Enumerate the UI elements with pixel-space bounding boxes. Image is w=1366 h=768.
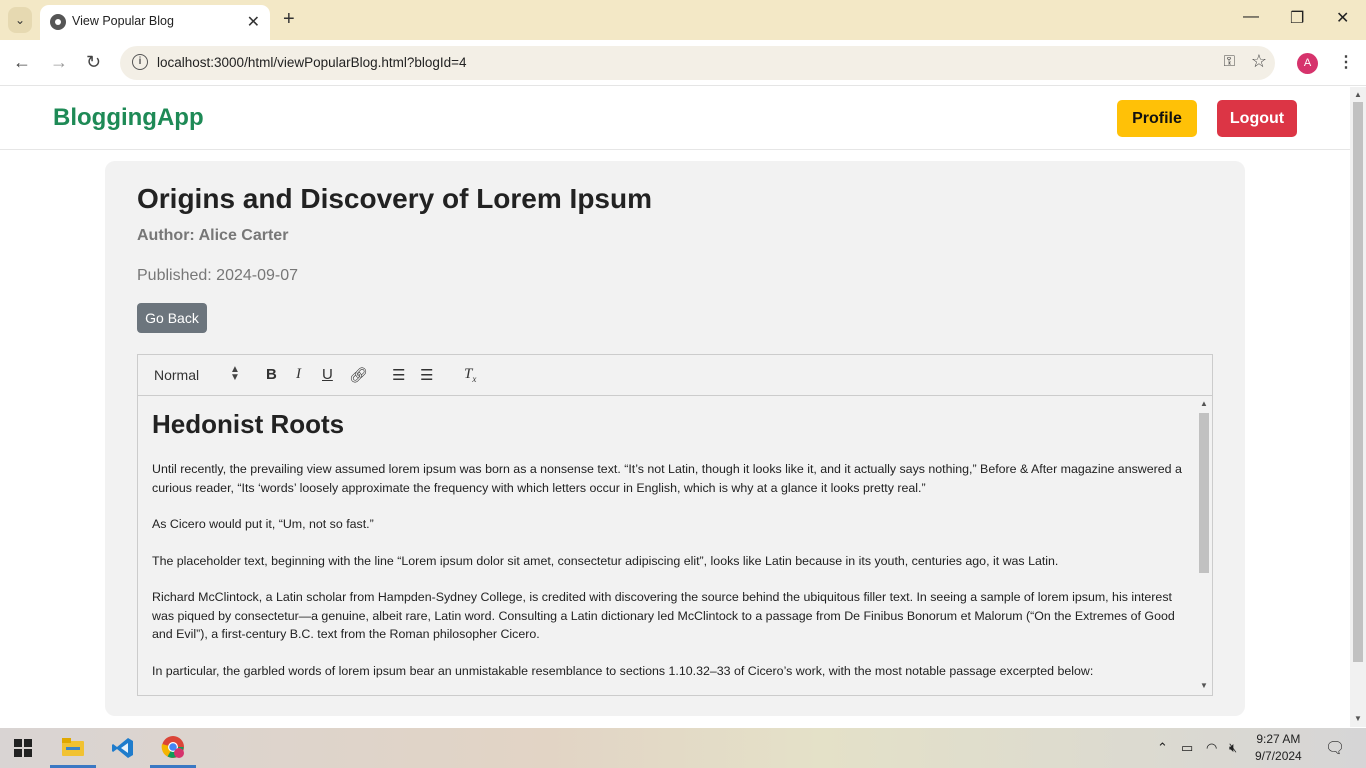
profile-avatar[interactable]: A	[1297, 53, 1318, 74]
logout-button[interactable]: Logout	[1217, 100, 1297, 137]
close-window-icon[interactable]: ✕	[1336, 8, 1349, 28]
forward-arrow-icon[interactable]: →	[50, 52, 68, 73]
new-tab-icon[interactable]: +	[283, 8, 295, 31]
app-navbar: BloggingApp Profile Logout	[0, 87, 1350, 150]
content-paragraph: In particular, the garbled words of lore…	[152, 663, 1094, 678]
browser-tab[interactable]: View Popular Blog ✕	[40, 5, 270, 40]
clock-time: 9:27 AM	[1256, 732, 1301, 746]
link-icon[interactable]: 🔗︎	[349, 366, 368, 384]
battery-icon[interactable]: ▭	[1181, 740, 1193, 756]
wifi-icon[interactable]: ◠	[1206, 740, 1217, 756]
tab-search-dropdown[interactable]: ⌄	[8, 7, 32, 33]
content-heading: Hedonist Roots	[152, 409, 345, 439]
volume-muted-icon[interactable]: 🔇︎	[1229, 740, 1237, 756]
format-select[interactable]: Normal	[154, 367, 199, 383]
italic-icon[interactable]: I	[296, 366, 301, 383]
url-text[interactable]: localhost:3000/html/viewPopularBlog.html…	[157, 55, 467, 70]
password-key-icon[interactable]: ⚿	[1224, 53, 1235, 70]
page-scroll-up-icon[interactable]: ▲	[1354, 90, 1362, 99]
blog-card: Origins and Discovery of Lorem Ipsum Aut…	[105, 161, 1245, 716]
underline-icon[interactable]: U	[322, 366, 333, 383]
reload-icon[interactable]: ↻	[86, 52, 101, 73]
browser-toolbar: ← → ↻ i localhost:3000/html/viewPopularB…	[0, 40, 1366, 86]
globe-icon	[50, 14, 66, 30]
close-tab-icon[interactable]: ✕	[247, 12, 260, 32]
select-arrows-icon[interactable]: ▲ ▼	[230, 365, 240, 383]
notifications-icon[interactable]: 🗨︎	[1325, 738, 1345, 758]
clear-format-icon[interactable]: Tx	[464, 366, 476, 384]
content-paragraph: Richard McClintock, a Latin scholar from…	[152, 590, 1175, 641]
file-explorer-icon[interactable]	[50, 728, 96, 768]
scroll-down-icon[interactable]: ▼	[1200, 681, 1208, 690]
go-back-button[interactable]: Go Back	[137, 303, 207, 333]
restore-icon[interactable]: ❐	[1290, 8, 1304, 28]
brand-logo[interactable]: BloggingApp	[53, 104, 204, 132]
editor-toolbar: Normal ▲ ▼ B I U 🔗︎ ☰ ☰ Tx	[138, 355, 1212, 396]
chrome-icon[interactable]	[150, 728, 196, 768]
windows-taskbar: ⌃ ▭ ◠ 🔇︎ 9:27 AM 9/7/2024 🗨︎	[0, 728, 1366, 768]
page-scroll-thumb[interactable]	[1353, 102, 1363, 662]
ordered-list-icon[interactable]: ☰	[392, 366, 405, 384]
editor-scrollbar[interactable]: ▲ ▼	[1197, 397, 1211, 695]
bold-icon[interactable]: B	[266, 366, 277, 383]
browser-menu-icon[interactable]: ⋮	[1338, 52, 1354, 72]
content-paragraph: The placeholder text, beginning with the…	[152, 553, 1059, 568]
taskbar-clock[interactable]: 9:27 AM 9/7/2024	[1255, 731, 1302, 765]
bullet-list-icon[interactable]: ☰	[420, 366, 433, 384]
profile-button[interactable]: Profile	[1117, 100, 1197, 137]
back-arrow-icon[interactable]: ←	[13, 52, 31, 73]
content-paragraph: As Cicero would put it, “Um, not so fast…	[152, 517, 374, 531]
clock-date: 9/7/2024	[1255, 749, 1302, 763]
tray-chevron-icon[interactable]: ⌃	[1157, 740, 1168, 756]
tab-title: View Popular Blog	[72, 14, 174, 28]
bookmark-star-icon[interactable]: ☆	[1251, 51, 1267, 72]
blog-title: Origins and Discovery of Lorem Ipsum	[137, 183, 653, 214]
scroll-up-icon[interactable]: ▲	[1200, 399, 1208, 408]
editor-scroll-thumb[interactable]	[1199, 413, 1209, 573]
blog-author: Author: Alice Carter	[137, 227, 289, 244]
address-bar[interactable]: i localhost:3000/html/viewPopularBlog.ht…	[120, 46, 1275, 80]
rich-text-editor: Normal ▲ ▼ B I U 🔗︎ ☰ ☰ Tx Hedonist Roots…	[137, 354, 1213, 696]
editor-content[interactable]: Hedonist Roots Until recently, the preva…	[138, 397, 1196, 695]
page-viewport: BloggingApp Profile Logout Origins and D…	[0, 87, 1350, 727]
blog-published-date: Published: 2024-09-07	[137, 267, 299, 284]
page-scrollbar[interactable]: ▲ ▼	[1350, 87, 1366, 727]
vscode-icon[interactable]	[100, 728, 146, 768]
browser-tabbar: ⌄ View Popular Blog ✕ + — ❐ ✕	[0, 0, 1366, 40]
windows-start-icon[interactable]	[0, 728, 46, 768]
page-scroll-down-icon[interactable]: ▼	[1354, 714, 1362, 723]
content-paragraph: Until recently, the prevailing view assu…	[152, 462, 1182, 495]
info-icon[interactable]: i	[132, 54, 148, 70]
minimize-icon[interactable]: —	[1243, 8, 1259, 26]
